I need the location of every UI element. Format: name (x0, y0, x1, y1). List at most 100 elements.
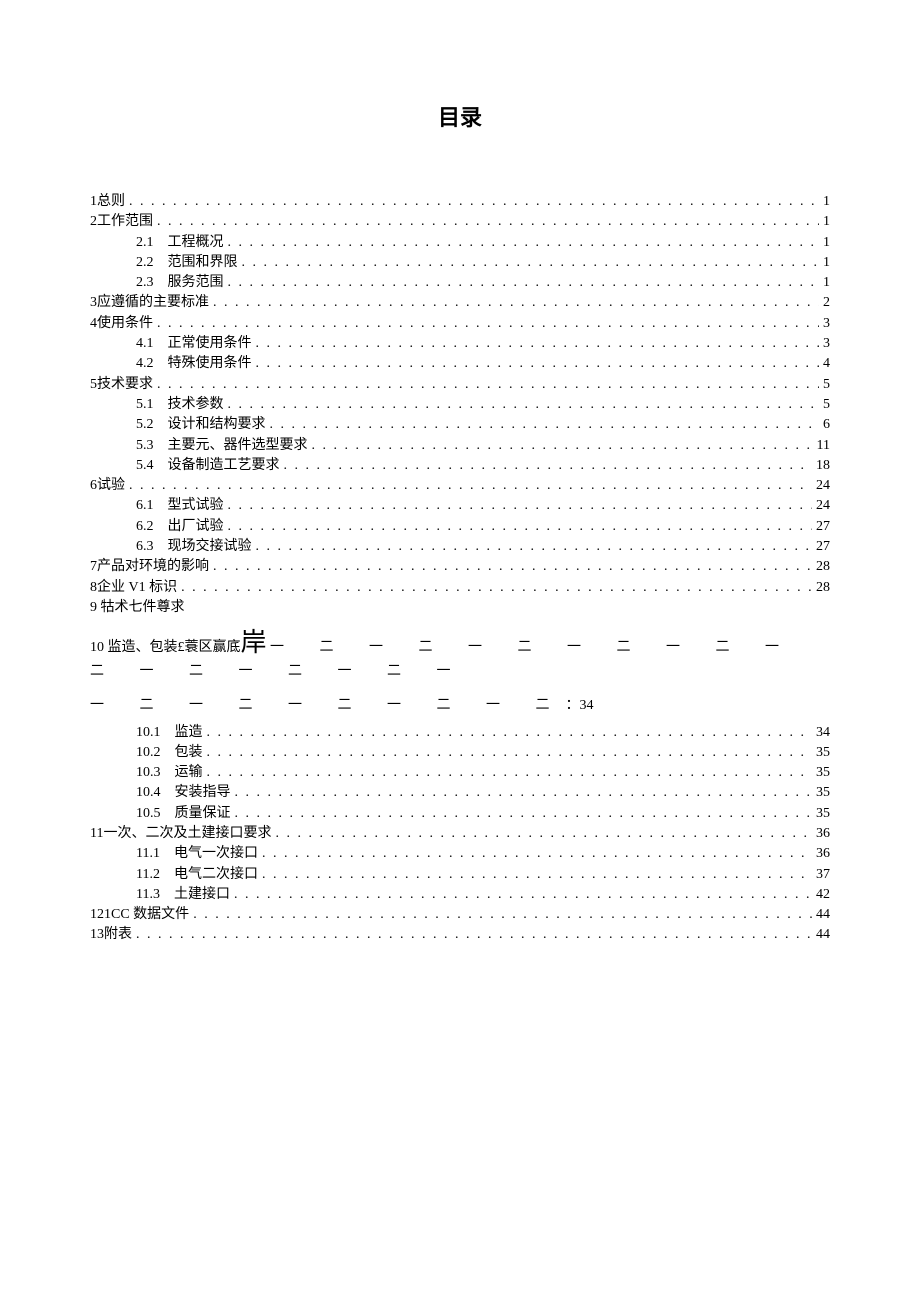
toc-leader-dots (228, 233, 820, 253)
toc-label: 土建接口 (174, 885, 230, 905)
toc-leader-dots (213, 557, 812, 577)
toc-leader-dots (312, 436, 813, 456)
toc-page-number: 35 (816, 743, 830, 763)
toc-leader-dots (157, 212, 819, 232)
toc-leader-dots (256, 354, 820, 374)
toc-label: 产品对环境的影响 (97, 557, 209, 577)
toc-number: 10.3 (136, 763, 161, 783)
toc-entry: 11.1 电气一次接口 36 (90, 844, 830, 864)
toc-entry: 5 技术要求 5 (90, 375, 830, 395)
toc-number: 6 (90, 476, 97, 496)
toc-entry: 7 产品对环境的影响 28 (90, 557, 830, 577)
toc-number: 6.2 (136, 517, 154, 537)
toc-label: 服务范围 (168, 273, 224, 293)
toc-entry: 5.2设计和结构要求 6 (90, 415, 830, 435)
toc-number: 10.1 (136, 723, 161, 743)
toc-leader-dots (157, 314, 819, 334)
toc-number: 4 (90, 314, 97, 334)
toc-leader-dots (275, 824, 812, 844)
toc-page-number: 34 (816, 723, 830, 743)
toc-page-number: 11 (817, 436, 830, 456)
toc-number: 10.2 (136, 743, 161, 763)
toc-label: 现场交接试验 (168, 537, 252, 557)
toc-label: 监造 (175, 723, 203, 743)
toc-entry: 10.4安装指导 35 (90, 783, 830, 803)
toc-number: 11.2 (136, 865, 160, 885)
toc-label: 范围和界限 (168, 253, 238, 273)
toc-leader-dots (242, 253, 820, 273)
toc-page-number: 36 (816, 844, 830, 864)
toc-entry: 11.2 电气二次接口 37 (90, 865, 830, 885)
toc-entry: 12 1CC 数据文件 44 (90, 905, 830, 925)
toc-label: 技术要求 (97, 375, 153, 395)
toc-entry: 8 企业 V1 标识 28 (90, 578, 830, 598)
toc-entry: 5.3 主要元、器件选型要求 11 (90, 436, 830, 456)
toc-number: 11.1 (136, 844, 160, 864)
toc-leader-dots (228, 273, 820, 293)
special-big-char: 岸 (241, 628, 267, 657)
toc-leader-dots (270, 415, 820, 435)
toc-label: 企业 V1 标识 (97, 578, 177, 598)
special-tail: ：34 (566, 698, 594, 713)
toc-leader-dots (181, 578, 812, 598)
toc-label: 电气一次接口 (174, 844, 258, 864)
toc-number: 6.3 (136, 537, 154, 557)
toc-label: 安装指导 (175, 783, 231, 803)
toc-page-number: 28 (816, 557, 830, 577)
toc-leader-dots (235, 783, 813, 803)
toc-page-number: 3 (823, 334, 830, 354)
toc-page-number: 24 (816, 496, 830, 516)
toc-label: 工程概况 (168, 233, 224, 253)
toc-label: 质量保证 (175, 804, 231, 824)
toc-number: 1 (90, 192, 97, 212)
toc-label: 试验 (97, 476, 125, 496)
toc-leader-dots (207, 723, 813, 743)
toc-label: 应遵循的主要标准 (97, 293, 209, 313)
toc-number: 4.2 (136, 354, 154, 374)
toc-label: 总则 (97, 192, 125, 212)
toc-label: 电气二次接口 (174, 865, 258, 885)
toc-leader-dots (256, 537, 813, 557)
toc-number: 10 (90, 640, 104, 655)
toc-page-number: 35 (816, 763, 830, 783)
toc-entry: 3 应遵循的主要标准 2 (90, 293, 830, 313)
toc-leader-dots (234, 885, 812, 905)
toc-number: 11.3 (136, 885, 160, 905)
toc-label: 正常使用条件 (168, 334, 252, 354)
toc-entry: 4.1正常使用条件 3 (90, 334, 830, 354)
toc-leader-dots (129, 476, 812, 496)
toc-number: 7 (90, 557, 97, 577)
toc-list-bottom: 10.1监造 3410.2包装 3510.3运输 3510.4安装指导 3510… (90, 723, 830, 946)
toc-label: 设计和结构要求 (168, 415, 266, 435)
toc-number: 5.3 (136, 436, 154, 456)
toc-page-number: 37 (816, 865, 830, 885)
toc-entry: 5.4设备制造工艺要求 18 (90, 456, 830, 476)
toc-entry: 4 使用条件 3 (90, 314, 830, 334)
page-title: 目录 (90, 100, 830, 132)
toc-entry: 6.1型式试验 24 (90, 496, 830, 516)
toc-entry: 6.3 现场交接试验 27 (90, 537, 830, 557)
toc-entry: 4.2特殊使用条件 4 (90, 354, 830, 374)
toc-page-number: 3 (823, 314, 830, 334)
toc-entry: 2.3服务范围 1 (90, 273, 830, 293)
toc-leader-dots (136, 925, 812, 945)
toc-label: 主要元、器件选型要求 (168, 436, 308, 456)
toc-entry: 11.3土建接口 42 (90, 885, 830, 905)
toc-label: 监造、包装£蓑区赢底 (108, 640, 241, 655)
toc-leader-dots (157, 375, 819, 395)
toc-number: 3 (90, 293, 97, 313)
toc-leader-dots (129, 192, 819, 212)
toc-label: 设备制造工艺要求 (168, 456, 280, 476)
toc-label: 工作范围 (97, 212, 153, 232)
toc-page-number: 28 (816, 578, 830, 598)
toc-page-number: 44 (816, 925, 830, 945)
toc-leader-dots (228, 517, 813, 537)
toc-page-number: 27 (816, 537, 830, 557)
special-dashes-2: 一 二 一 二 一 二 一 二 一 二 (90, 698, 566, 713)
toc-number: 2 (90, 212, 97, 232)
toc-leader-dots (262, 844, 812, 864)
toc-number: 5.2 (136, 415, 154, 435)
toc-entry: 2.2范围和界限 1 (90, 253, 830, 273)
toc-leader-dots (256, 334, 820, 354)
toc-entry: 2 工作范围 1 (90, 212, 830, 232)
